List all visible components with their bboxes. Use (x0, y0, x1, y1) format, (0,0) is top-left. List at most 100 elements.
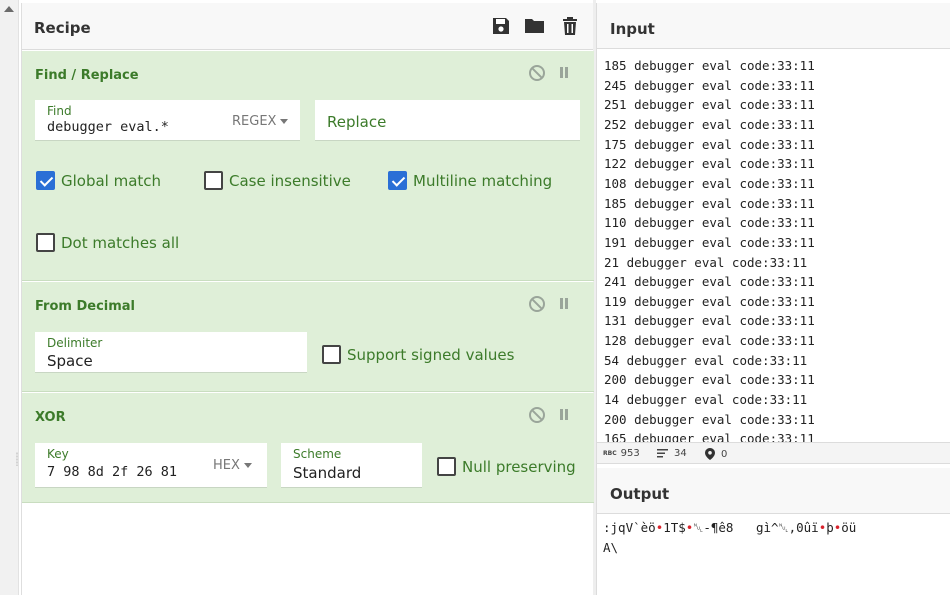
position-stat: 0 (705, 448, 727, 460)
case-insensitive-label: Case insensitive (229, 171, 351, 190)
dot-matches-all-checkbox[interactable]: Dot matches all (36, 233, 179, 252)
input-line: 122 debugger eval code:33:11 (604, 156, 815, 172)
pause-icon[interactable] (556, 296, 572, 312)
find-mode-label: REGEX (232, 114, 277, 129)
operation-title: XOR (35, 410, 66, 425)
lines-stat: 34 (657, 448, 687, 459)
output-line: :jqV`èö•1T$•␀-¶ê8 gì^␀,0ûï•þ•öü (603, 520, 856, 536)
disable-icon[interactable] (529, 65, 545, 81)
output-title: Output (610, 485, 670, 503)
output-header: Output (597, 468, 950, 514)
output-text: :jqV`èö (603, 520, 656, 535)
input-textarea[interactable]: 185 debugger eval code:33:11 245 debugger… (597, 50, 950, 442)
pause-icon[interactable] (556, 65, 572, 81)
position-value: 0 (721, 448, 728, 460)
operation-find-replace[interactable]: Find / Replace Find debugger eval.* REGE… (22, 51, 594, 281)
checkbox-checked-icon (36, 171, 55, 190)
key-format-label: HEX (213, 458, 240, 473)
length-stat: RBC 953 (603, 448, 640, 459)
scheme-value: Standard (293, 464, 362, 482)
disable-icon[interactable] (529, 296, 545, 312)
operation-title: Find / Replace (35, 68, 139, 83)
input-header: Input (597, 3, 950, 49)
operation-from-decimal[interactable]: From Decimal Delimiter Space Support sig… (22, 282, 594, 392)
input-line: 200 debugger eval code:33:11 (604, 411, 815, 427)
lines-icon (657, 449, 668, 458)
checkbox-unchecked-icon (36, 233, 55, 252)
input-line: 185 debugger eval code:33:11 (604, 195, 815, 211)
case-insensitive-checkbox[interactable]: Case insensitive (204, 171, 351, 190)
output-textarea[interactable]: :jqV`èö•1T$•␀-¶ê8 gì^␀,0ûï•þ•öü A\ (597, 514, 950, 595)
multiline-matching-checkbox[interactable]: Multiline matching (388, 171, 552, 190)
recipe-header: Recipe (22, 3, 593, 50)
find-input[interactable]: debugger eval.* (47, 119, 169, 135)
trash-icon[interactable] (560, 16, 580, 36)
disable-icon[interactable] (529, 407, 545, 423)
input-line: 131 debugger eval code:33:11 (604, 313, 815, 329)
input-line: 241 debugger eval code:33:11 (604, 274, 815, 290)
find-label: Find (47, 104, 72, 118)
checkbox-unchecked-icon (204, 171, 223, 190)
chevron-down-icon (243, 463, 252, 468)
output-text: þ (826, 520, 834, 535)
multiline-matching-label: Multiline matching (413, 171, 553, 190)
input-line: 200 debugger eval code:33:11 (604, 372, 815, 388)
output-text: öü (841, 520, 857, 535)
input-line: 110 debugger eval code:33:11 (604, 215, 815, 231)
input-line: 185 debugger eval code:33:11 (604, 58, 815, 73)
save-icon[interactable] (491, 16, 511, 36)
find-mode-dropdown[interactable]: REGEX (232, 114, 289, 129)
operation-xor[interactable]: XOR Key 7 98 8d 2f 26 81 HEX Scheme Stan… (22, 393, 594, 503)
scroll-up-arrow-icon[interactable] (4, 6, 14, 12)
key-input[interactable]: 7 98 8d 2f 26 81 (47, 464, 177, 480)
input-line: 175 debugger eval code:33:11 (604, 136, 815, 152)
length-value: 953 (620, 448, 640, 459)
input-line: 128 debugger eval code:33:11 (604, 333, 815, 349)
find-field[interactable]: Find debugger eval.* REGEX (35, 100, 300, 141)
input-line: 191 debugger eval code:33:11 (604, 234, 815, 250)
input-status-bar: RBC 953 34 0 (597, 442, 950, 464)
location-pin-icon (705, 448, 715, 460)
input-line: 14 debugger eval code:33:11 (604, 392, 808, 408)
operation-title: From Decimal (35, 299, 136, 314)
output-text: ␀-¶ê8 gì^␀,0ûï (693, 520, 819, 535)
input-line: 251 debugger eval code:33:11 (604, 97, 815, 113)
delimiter-label: Delimiter (47, 336, 103, 350)
io-panel: Input 185 debugger eval code:33:11 245 de… (596, 3, 950, 595)
dot-matches-all-label: Dot matches all (61, 233, 180, 252)
scheme-label: Scheme (293, 447, 342, 461)
checkbox-checked-icon (388, 171, 407, 190)
null-preserving-checkbox[interactable]: Null preserving (437, 457, 576, 476)
input-line: 165 debugger eval code:33:11 (604, 431, 815, 442)
lines-value: 34 (674, 448, 687, 459)
input-line: 252 debugger eval code:33:11 (604, 116, 815, 132)
input-title: Input (610, 20, 655, 38)
delimiter-value: Space (47, 352, 93, 370)
chevron-down-icon (280, 119, 289, 124)
replace-placeholder: Replace (327, 113, 387, 131)
null-preserving-label: Null preserving (462, 457, 576, 476)
characters-icon: RBC (603, 450, 617, 457)
support-signed-values-label: Support signed values (347, 345, 515, 364)
input-line: 245 debugger eval code:33:11 (604, 77, 815, 93)
recipe-panel: Recipe Find / Replace Find debugger eval… (21, 3, 594, 595)
replace-field[interactable]: Replace (315, 100, 580, 141)
support-signed-values-checkbox[interactable]: Support signed values (322, 345, 514, 364)
key-field[interactable]: Key 7 98 8d 2f 26 81 HEX (35, 443, 267, 488)
output-text: 1T$ (663, 520, 686, 535)
key-format-dropdown[interactable]: HEX (201, 457, 252, 487)
folder-icon[interactable] (524, 16, 546, 36)
key-label: Key (47, 447, 69, 461)
checkbox-unchecked-icon (322, 345, 341, 364)
checkbox-unchecked-icon (437, 457, 456, 476)
input-line: 108 debugger eval code:33:11 (604, 175, 815, 191)
delimiter-field[interactable]: Delimiter Space (35, 332, 307, 373)
output-line: A\ (603, 540, 619, 555)
resize-grip-icon[interactable] (16, 452, 18, 466)
input-line: 119 debugger eval code:33:11 (604, 293, 815, 309)
global-match-checkbox[interactable]: Global match (36, 171, 161, 190)
left-scroll-strip[interactable] (0, 0, 19, 595)
pause-icon[interactable] (556, 407, 572, 423)
recipe-title: Recipe (34, 19, 91, 37)
scheme-dropdown[interactable]: Scheme Standard (281, 443, 422, 488)
